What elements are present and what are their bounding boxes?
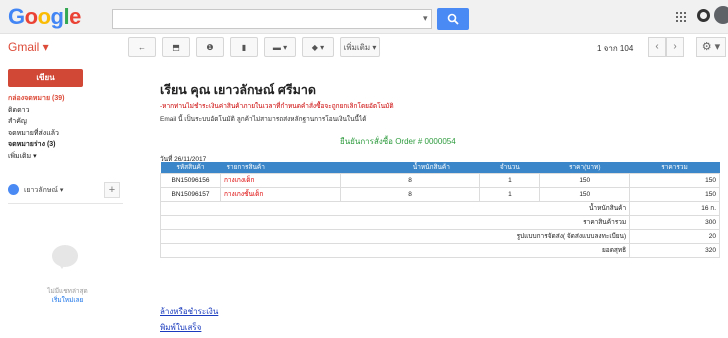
sidebar-nav: กล่องจดหมาย (39) ติดดาว สำคัญ จดหมายที่ส… — [8, 93, 118, 162]
hangouts-start-link[interactable]: เริ่มใหม่เลย — [30, 296, 105, 305]
google-logo[interactable]: Google — [8, 4, 81, 30]
archive-button[interactable]: ⬒ — [162, 37, 190, 57]
hangouts-user: เยาวลักษณ์ ▾ + — [8, 180, 120, 200]
product-code: BN15096156 — [160, 172, 221, 188]
product-price: 150 — [539, 172, 631, 188]
new-chat-button[interactable]: + — [104, 182, 120, 198]
summary-row: ยอดสุทธิ 320 — [159, 242, 720, 258]
summary-label: ราคาสินค้ารวม — [159, 214, 631, 230]
table-row: BN15096157 กางเกงชั้นเด็ก 8 1 150 150 — [160, 186, 720, 202]
product-name: กางเกงเด็ก — [219, 172, 341, 188]
back-button[interactable]: ← — [128, 37, 156, 57]
payment-link[interactable]: ล้างหรือชำระเงิน — [160, 305, 218, 318]
logo-letter: G — [8, 4, 25, 29]
auto-email-note: Email นี้ เป็นระบบอัตโนมัติ ลูกค้าไม่สาม… — [160, 116, 367, 123]
summary-label: ยอดสุทธิ — [159, 242, 631, 258]
sidebar-item-inbox[interactable]: กล่องจดหมาย (39) — [8, 93, 118, 105]
summary-label: รูปแบบการจัดส่ง( จัดส่งแบบลงทะเบียน) — [159, 228, 631, 244]
sidebar-item-drafts[interactable]: จดหมายร่าง (3) — [8, 139, 118, 151]
summary-value: 300 — [629, 214, 720, 230]
payment-notice: -หากท่านไม่ชำระเงินค่าสินค้าภายในเวลาที่… — [160, 103, 394, 110]
apps-grid-icon[interactable] — [676, 12, 686, 22]
sidebar-item-starred[interactable]: ติดดาว — [8, 105, 118, 117]
product-qty: 1 — [479, 186, 541, 202]
product-weight: 8 — [339, 186, 481, 202]
divider — [8, 203, 123, 204]
more-button[interactable]: เพิ่มเติม ▾ — [340, 37, 380, 57]
product-price: 150 — [539, 186, 631, 202]
top-bar: Google ▾ — [0, 0, 728, 34]
summary-value: 16 ก. — [629, 200, 720, 216]
hangouts-empty: ไม่มีแชทล่าสุด เริ่มใหม่เลย — [30, 287, 105, 305]
product-name: กางเกงชั้นเด็ก — [219, 186, 341, 202]
col-header: น้ำหนักสินค้า — [340, 162, 480, 173]
summary-row: น้ำหนักสินค้า 16 ก. — [159, 200, 720, 216]
chat-bubble-icon — [52, 245, 78, 269]
logo-letter: o — [24, 4, 38, 29]
search-icon — [447, 13, 459, 25]
settings-button[interactable]: ⚙ ▾ — [696, 37, 726, 57]
logo-letter: e — [69, 4, 81, 29]
message-toolbar: ← ⬒ ❶ ▮ ▬ ▾ ◆ ▾ เพิ่มเติม ▾ — [128, 37, 380, 57]
product-weight: 8 — [339, 172, 481, 188]
product-total: 150 — [629, 186, 720, 202]
col-header: ราคา(บาท) — [539, 162, 630, 173]
account-avatar[interactable] — [714, 6, 728, 24]
hangouts-avatar — [8, 184, 19, 195]
logo-letter: g — [50, 4, 64, 29]
compose-button[interactable]: เขียน — [8, 69, 83, 87]
product-code: BN15096157 — [160, 186, 221, 202]
search-options-icon[interactable]: ▾ — [423, 13, 428, 24]
summary-value: 20 — [629, 228, 720, 244]
table-row: BN15096156 กางเกงเด็ก 8 1 150 150 — [160, 172, 720, 188]
search-button[interactable] — [437, 8, 469, 30]
notifications-icon[interactable] — [697, 9, 710, 22]
gmail-menu[interactable]: Gmail ▾ — [8, 40, 49, 54]
print-receipt-link[interactable]: พิมพ์ใบเสร็จ — [160, 321, 201, 334]
product-total: 150 — [629, 172, 720, 188]
col-header: ราคารวม — [629, 162, 720, 173]
col-header: จำนวน — [479, 162, 540, 173]
move-to-button[interactable]: ▬ ▾ — [264, 37, 296, 57]
summary-row: รูปแบบการจัดส่ง( จัดส่งแบบลงทะเบียน) 20 — [159, 228, 720, 244]
summary-label: น้ำหนักสินค้า — [159, 200, 631, 216]
hangouts-empty-text: ไม่มีแชทล่าสุด — [47, 288, 88, 295]
labels-button[interactable]: ◆ ▾ — [302, 37, 334, 57]
delete-button[interactable]: ▮ — [230, 37, 258, 57]
sidebar-item-important[interactable]: สำคัญ — [8, 116, 118, 128]
summary-value: 320 — [629, 242, 720, 258]
email-greeting: เรียน คุณ เยาวลักษณ์ ศรีมาด — [160, 83, 316, 97]
sidebar-item-more[interactable]: เพิ่มเติม ▾ — [8, 151, 118, 163]
product-qty: 1 — [479, 172, 541, 188]
search-input[interactable] — [112, 9, 432, 29]
col-header: รายการสินค้า — [220, 162, 341, 173]
order-table: รหัสสินค้า รายการสินค้า น้ำหนักสินค้า จำ… — [159, 162, 720, 258]
table-header-row: รหัสสินค้า รายการสินค้า น้ำหนักสินค้า จำ… — [160, 162, 720, 173]
summary-row: ราคาสินค้ารวม 300 — [159, 214, 720, 230]
order-confirmation-title: ยืนยันการสั่งซื้อ Order # 0000054 — [340, 137, 456, 146]
pager-count: 1 จาก 104 — [597, 44, 634, 53]
hangouts-user-name[interactable]: เยาวลักษณ์ ▾ — [24, 185, 63, 196]
report-spam-button[interactable]: ❶ — [196, 37, 224, 57]
older-button[interactable]: › — [666, 37, 684, 57]
sidebar-item-sent[interactable]: จดหมายที่ส่งแล้ว — [8, 128, 118, 140]
newer-button[interactable]: ‹ — [648, 37, 666, 57]
logo-letter: o — [37, 4, 51, 29]
col-header: รหัสสินค้า — [160, 162, 221, 173]
